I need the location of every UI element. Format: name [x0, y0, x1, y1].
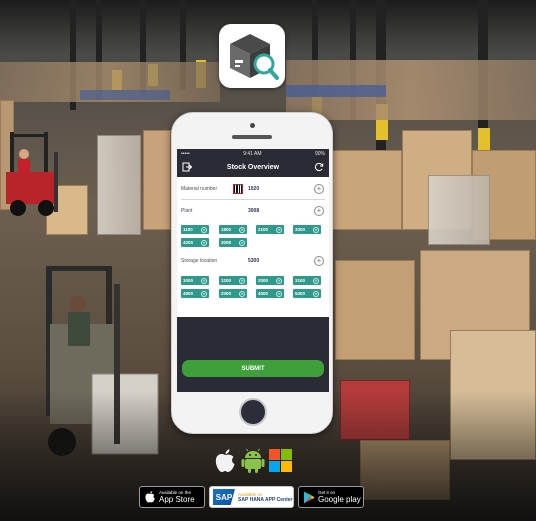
- storage-chip[interactable]: 4900 ×: [181, 289, 209, 298]
- pallet-boxes: [335, 260, 415, 360]
- storage-chip[interactable]: 2000 ×: [219, 289, 247, 298]
- google-play-badge[interactable]: Get it on Google play: [298, 486, 364, 508]
- google-play-big-text: Google play: [318, 495, 361, 504]
- wrapped-pallet: [428, 175, 490, 245]
- remove-chip-icon[interactable]: ×: [276, 226, 282, 233]
- storage-chip[interactable]: 4000 ×: [256, 289, 284, 298]
- chip-label: 5300: [295, 291, 306, 296]
- add-storage-button[interactable]: +: [314, 256, 324, 266]
- forklift-background: [6, 132, 58, 216]
- title-bar: Stock Overview: [177, 158, 329, 177]
- chip-label: 2000: [221, 291, 232, 296]
- remove-chip-icon[interactable]: ×: [239, 239, 245, 246]
- remove-chip-icon[interactable]: ×: [239, 290, 245, 297]
- phone-screen: ••••• 9:41 AM 90% Stock Overview Materia…: [177, 149, 329, 392]
- status-time: 9:41 AM: [243, 150, 262, 157]
- chip-label: 3008: [221, 240, 232, 245]
- sap-logo: SAP: [213, 489, 235, 505]
- chip-label: 4200: [183, 240, 194, 245]
- plant-chip[interactable]: 4200 ×: [181, 238, 209, 247]
- barcode-icon[interactable]: [233, 184, 243, 194]
- sap-big-text: SAP HANA APP Center: [238, 496, 293, 503]
- chip-label: 3100: [295, 278, 306, 283]
- apple-icon: [145, 491, 155, 503]
- storage-chip[interactable]: 5300 ×: [293, 289, 321, 298]
- chip-label: 2000: [258, 278, 269, 283]
- chip-label: 1100: [183, 227, 193, 232]
- remove-chip-icon[interactable]: ×: [239, 226, 245, 233]
- chip-label: 1800: [221, 227, 232, 232]
- pallet-boxes: [143, 130, 171, 230]
- storage-chip[interactable]: 1000 ×: [181, 276, 209, 285]
- refresh-icon[interactable]: [314, 162, 324, 172]
- windows-icon: [269, 449, 292, 472]
- chip-label: 1200: [221, 278, 232, 283]
- home-button[interactable]: [239, 398, 267, 426]
- platform-icons: [213, 448, 293, 474]
- chip-label: 2100: [258, 227, 269, 232]
- storage-location-label: Storage location: [181, 258, 218, 264]
- plant-chip[interactable]: 3300 ×: [293, 225, 321, 234]
- phone-camera: [250, 123, 255, 128]
- chip-label: 4000: [258, 291, 269, 296]
- android-icon: [241, 448, 265, 473]
- status-bar: ••••• 9:41 AM 90%: [177, 149, 329, 158]
- blue-crates: [286, 85, 386, 97]
- material-number-value[interactable]: 1020: [248, 186, 259, 192]
- blue-crates: [80, 90, 170, 100]
- chip-label: 3300: [295, 227, 306, 232]
- phone-speaker: [232, 135, 272, 139]
- remove-chip-icon[interactable]: ×: [276, 290, 282, 297]
- add-material-button[interactable]: +: [314, 184, 324, 194]
- storage-chip[interactable]: 2000 ×: [256, 276, 284, 285]
- app-store-badge[interactable]: Available on the App Store: [139, 486, 205, 508]
- box-search-icon: [230, 34, 279, 80]
- storage-location-value[interactable]: 5300: [248, 258, 259, 264]
- material-number-label: Material number: [181, 186, 218, 192]
- chip-label: 4900: [183, 291, 194, 296]
- battery-indicator: 90%: [314, 150, 325, 157]
- remove-chip-icon[interactable]: ×: [201, 277, 207, 284]
- sap-hana-badge[interactable]: SAP Available on SAP HANA APP Center: [209, 486, 294, 508]
- phone-mockup: ••••• 9:41 AM 90% Stock Overview Materia…: [171, 112, 333, 434]
- wrapped-pallet: [97, 135, 141, 235]
- remove-chip-icon[interactable]: ×: [313, 277, 319, 284]
- submit-button[interactable]: SUBMIT: [182, 360, 324, 377]
- material-number-row: Material number 1020 +: [181, 183, 325, 195]
- pallet-boxes: [332, 150, 402, 230]
- app-icon: [219, 24, 285, 88]
- remove-chip-icon[interactable]: ×: [276, 277, 282, 284]
- chip-label: 1000: [183, 278, 194, 283]
- plant-label: Plant: [181, 208, 193, 214]
- google-play-icon: [304, 491, 315, 503]
- remove-chip-icon[interactable]: ×: [201, 239, 207, 246]
- plant-chip[interactable]: 2100 ×: [256, 225, 284, 234]
- divider: [181, 199, 325, 200]
- remove-chip-icon[interactable]: ×: [313, 226, 319, 233]
- plant-chip[interactable]: 3008 ×: [219, 238, 247, 247]
- storage-location-row: Storage location 5300 +: [181, 255, 325, 267]
- storage-chip[interactable]: 1200 ×: [219, 276, 247, 285]
- exit-icon[interactable]: [182, 162, 192, 172]
- plant-row: Plant 3008 +: [181, 205, 325, 217]
- plant-value[interactable]: 3008: [248, 208, 259, 214]
- app-store-big-text: App Store: [159, 495, 195, 504]
- screen-title: Stock Overview: [226, 164, 280, 171]
- remove-chip-icon[interactable]: ×: [313, 290, 319, 297]
- plant-chip[interactable]: 1800 ×: [219, 225, 247, 234]
- signal-indicator: •••••: [181, 150, 190, 157]
- stock-form: Material number 1020 + Plant 3008 + 1100…: [177, 177, 329, 317]
- plant-chip[interactable]: 1100 ×: [181, 225, 209, 234]
- storage-chip[interactable]: 3100 ×: [293, 276, 321, 285]
- add-plant-button[interactable]: +: [314, 206, 324, 216]
- remove-chip-icon[interactable]: ×: [201, 290, 207, 297]
- remove-chip-icon[interactable]: ×: [201, 226, 207, 233]
- apple-icon: [215, 449, 235, 472]
- remove-chip-icon[interactable]: ×: [239, 277, 245, 284]
